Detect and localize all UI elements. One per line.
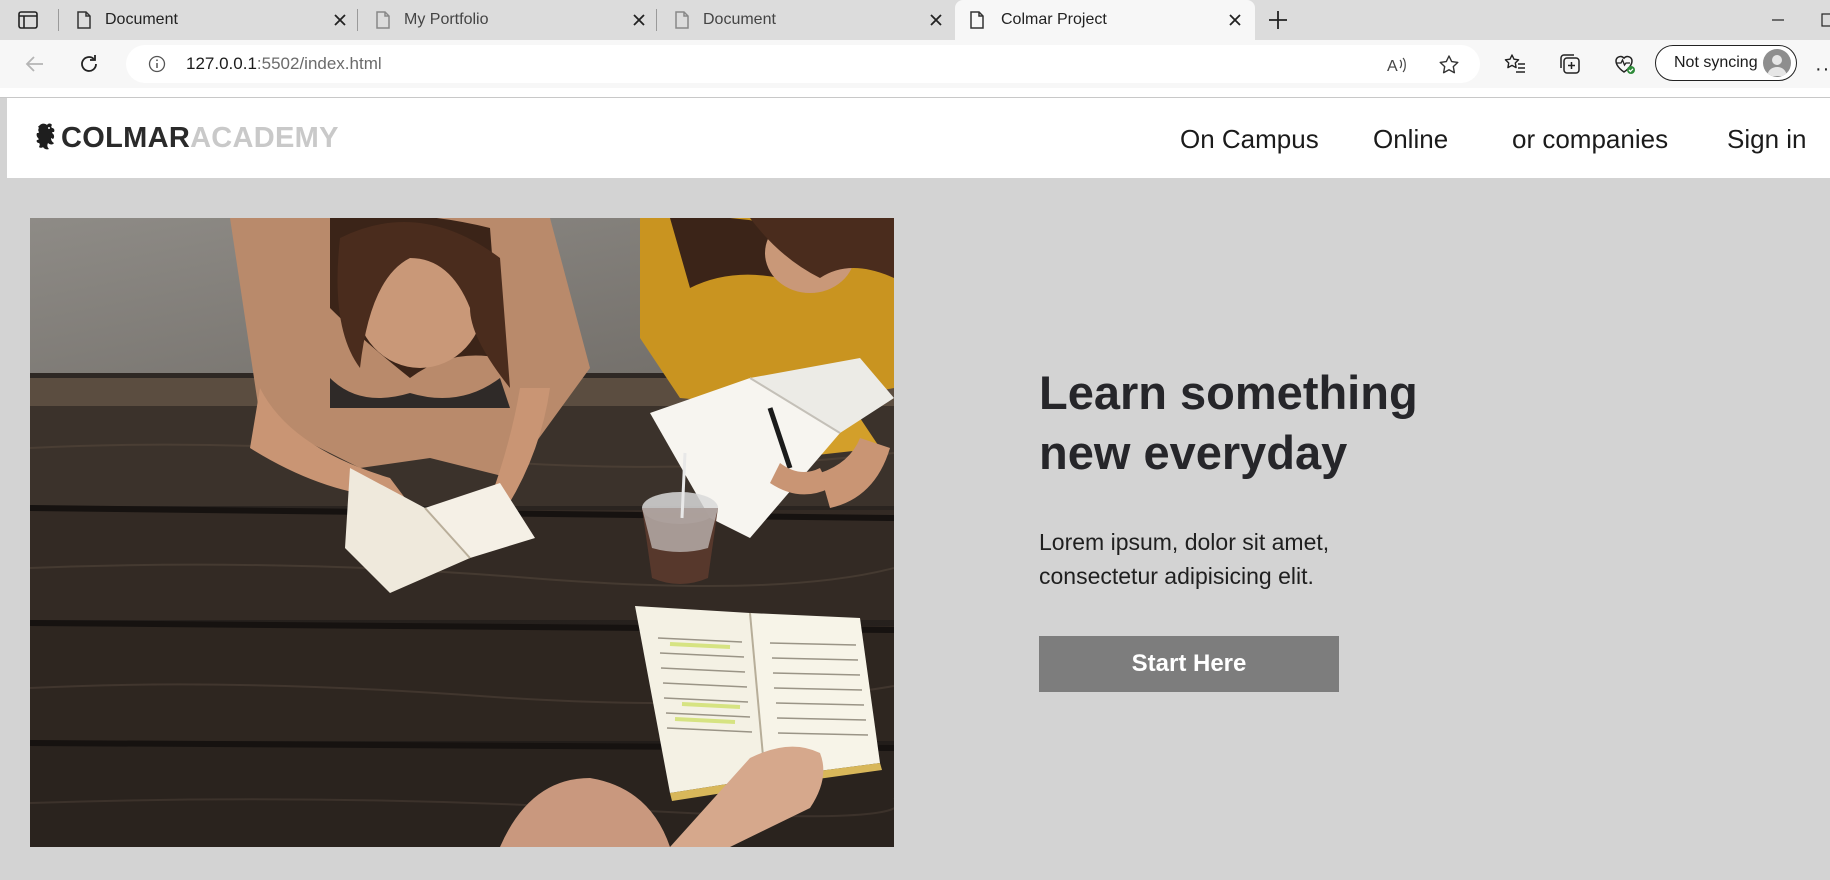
back-icon[interactable]: [23, 52, 47, 76]
tab-title: Document: [703, 11, 776, 28]
svg-text:A: A: [1387, 58, 1398, 75]
browser-address-bar: 127.0.0.1:5502/index.html A Not syncing: [0, 40, 1830, 88]
profile-button[interactable]: Not syncing: [1655, 45, 1797, 81]
tab-document-2[interactable]: Document: [658, 0, 953, 40]
page-icon: [375, 11, 391, 34]
url-path: :5502/index.html: [256, 54, 382, 73]
close-icon[interactable]: [331, 11, 349, 29]
nav-link-sign-in[interactable]: Sign in: [1727, 124, 1807, 155]
tab-document-1[interactable]: Document: [60, 0, 355, 40]
hero-text-line-1: Lorem ipsum, dolor sit amet,: [1039, 529, 1330, 555]
hero-description: Lorem ipsum, dolor sit amet, consectetur…: [1039, 525, 1459, 593]
tab-title: Document: [105, 11, 178, 28]
nav-link-companies[interactable]: or companies: [1512, 124, 1668, 155]
hero-image: [30, 218, 894, 847]
favorite-star-icon[interactable]: [1438, 54, 1460, 76]
page-icon: [969, 11, 985, 34]
url-text[interactable]: 127.0.0.1:5502/index.html: [186, 54, 382, 74]
web-page: COLMAR ACADEMY On Campus Online or compan…: [0, 88, 1830, 880]
read-aloud-icon[interactable]: A: [1386, 54, 1408, 76]
site-logo[interactable]: COLMAR ACADEMY: [33, 120, 339, 156]
address-bar[interactable]: 127.0.0.1:5502/index.html A: [126, 45, 1480, 83]
collections-icon[interactable]: [1558, 52, 1582, 76]
hero-title-line-1: Learn something: [1039, 366, 1418, 419]
close-icon[interactable]: [1226, 11, 1244, 29]
hero-title: Learn something new everyday: [1039, 363, 1599, 483]
favorites-icon[interactable]: [1503, 52, 1527, 76]
browser-essentials-icon[interactable]: [1612, 52, 1636, 76]
nav-link-on-campus[interactable]: On Campus: [1180, 124, 1319, 155]
page-icon: [76, 11, 92, 34]
hero-text-line-2: consectetur adipisicing elit.: [1039, 563, 1314, 589]
browser-tab-bar: Document My Portfolio Document Colmar Pr…: [0, 0, 1830, 40]
site-header: COLMAR ACADEMY On Campus Online or compan…: [7, 98, 1830, 178]
new-tab-icon[interactable]: [1266, 8, 1290, 32]
profile-label: Not syncing: [1674, 54, 1758, 71]
tab-actions-icon[interactable]: [14, 8, 42, 32]
tab-title: My Portfolio: [404, 11, 489, 28]
tab-my-portfolio[interactable]: My Portfolio: [359, 0, 654, 40]
url-host: 127.0.0.1: [186, 54, 257, 73]
refresh-icon[interactable]: [77, 52, 101, 76]
minimize-icon[interactable]: [1768, 10, 1788, 30]
close-icon[interactable]: [927, 11, 945, 29]
hero-title-line-2: new everyday: [1039, 426, 1348, 479]
more-options-icon[interactable]: ···: [1815, 58, 1830, 81]
avatar-icon: [1763, 49, 1791, 77]
start-here-button[interactable]: Start Here: [1039, 636, 1339, 692]
tab-title: Colmar Project: [1001, 11, 1107, 28]
nav-link-online[interactable]: Online: [1373, 124, 1448, 155]
page-icon: [674, 11, 690, 34]
close-icon[interactable]: [630, 11, 648, 29]
maximize-icon[interactable]: [1818, 10, 1830, 30]
logo-text-academy: ACADEMY: [190, 121, 339, 154]
info-icon[interactable]: [148, 55, 166, 73]
tab-colmar-project[interactable]: Colmar Project: [955, 0, 1255, 40]
logo-text-colmar: COLMAR: [61, 121, 191, 154]
griffin-logo-icon: [36, 123, 55, 150]
